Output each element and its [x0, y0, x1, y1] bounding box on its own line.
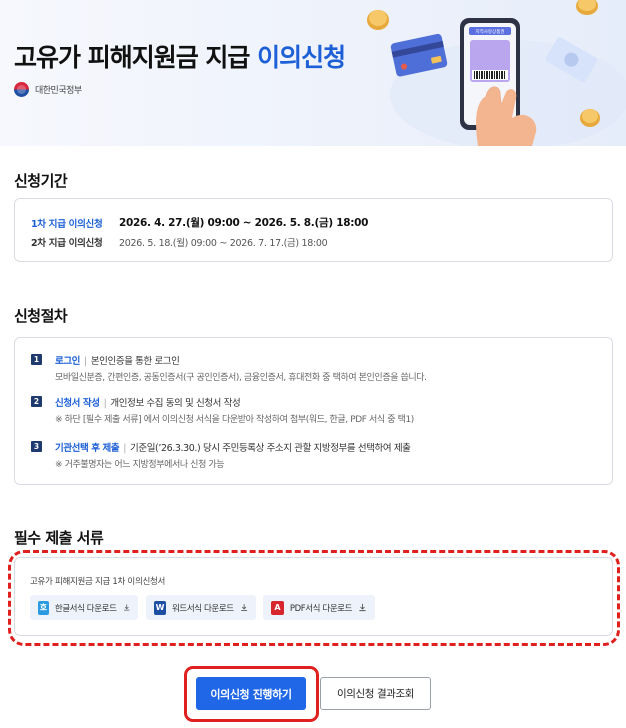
period-row-2: 2차 지급 이의신청 2026. 5. 18.(월) 09:00 ~ 2026.… [31, 235, 328, 249]
hero-illustration: 지역사랑상품권 [367, 0, 626, 146]
step-title: 신청서 작성 [55, 398, 100, 409]
period-dates: 2026. 5. 18.(월) 09:00 ~ 2026. 7. 17.(금) … [119, 238, 328, 249]
step-note: ※ 거주불명자는 어느 지방정부에서나 신청 가능 [55, 460, 225, 470]
step-number: 1 [31, 354, 42, 365]
step-note: 모바일신분증, 간편인증, 공동인증서(구 공인인증서), 금융인증서, 휴대전… [55, 373, 427, 383]
procedure-box: 1 로그인 | 본인인증을 통한 로그인 모바일신분증, 간편인증, 공동인증서(구… [14, 337, 613, 485]
page-title: 고유가 피해지원금 지급 이의신청 [14, 38, 346, 74]
download-label: PDF서식 다운로드 [289, 603, 353, 614]
download-icon [359, 603, 366, 612]
step-number: 2 [31, 396, 42, 407]
step-title: 기관선택 후 제출 [55, 443, 120, 454]
step-desc: 본인인증을 통한 로그인 [90, 356, 180, 367]
download-icon [240, 604, 247, 611]
title-accent-text: 이의신청 [257, 43, 346, 72]
phone-screen-text: 지역사랑상품권 [476, 28, 505, 35]
download-hwp-button[interactable]: 호 한글서식 다운로드 [30, 595, 138, 620]
title-main-text: 고유가 피해지원금 지급 [14, 43, 258, 72]
section-title-docs: 필수 제출 서류 [14, 529, 104, 547]
coin-icon [580, 109, 600, 127]
hwp-file-icon: 호 [38, 600, 49, 615]
download-label: 한글서식 다운로드 [54, 603, 117, 614]
check-result-button[interactable]: 이의신청 결과조회 [320, 677, 431, 710]
period-dates: 2026. 4. 27.(월) 09:00 ~ 2026. 5. 8.(금) 1… [119, 217, 369, 229]
gov-emblem-icon [14, 82, 29, 97]
step-note: ※ 하단 [필수 제출 서류] 에서 이의신청 서식을 다운받아 작성하여 첨부… [55, 415, 414, 425]
apply-objection-button[interactable]: 이의신청 진행하기 [196, 677, 306, 710]
pdf-file-icon: A [271, 600, 284, 615]
coin-icon [576, 0, 598, 15]
step-desc: 기준일(’26.3.30.) 당시 주민등록상 주소지 관할 지방정부를 선택하… [130, 443, 411, 454]
download-icon [123, 604, 129, 611]
period-label: 2차 지급 이의신청 [31, 238, 103, 249]
step-number: 3 [31, 441, 42, 452]
step-title: 로그인 [55, 356, 81, 367]
download-word-button[interactable]: W 워드서식 다운로드 [146, 595, 256, 620]
step-desc: 개인정보 수집 동의 및 신청서 작성 [110, 398, 241, 409]
download-label: 워드서식 다운로드 [172, 603, 234, 614]
section-title-procedure: 신청절차 [14, 307, 68, 325]
period-label: 1차 지급 이의신청 [31, 218, 103, 230]
coin-icon [367, 10, 389, 30]
doc-name: 고유가 피해지원금 지급 1차 이의신청서 [30, 577, 166, 587]
period-row-1: 1차 지급 이의신청 2026. 4. 27.(월) 09:00 ~ 2026.… [31, 215, 368, 230]
word-file-icon: W [154, 600, 167, 615]
section-title-period: 신청기간 [14, 172, 68, 190]
hero-banner: 고유가 피해지원금 지급 이의신청 대한민국정부 지역사랑상품권 [0, 0, 626, 146]
period-box: 1차 지급 이의신청 2026. 4. 27.(월) 09:00 ~ 2026.… [14, 198, 613, 262]
gov-badge: 대한민국정부 [14, 82, 82, 97]
download-pdf-button[interactable]: A PDF서식 다운로드 [263, 595, 375, 620]
gov-label: 대한민국정부 [35, 86, 82, 96]
